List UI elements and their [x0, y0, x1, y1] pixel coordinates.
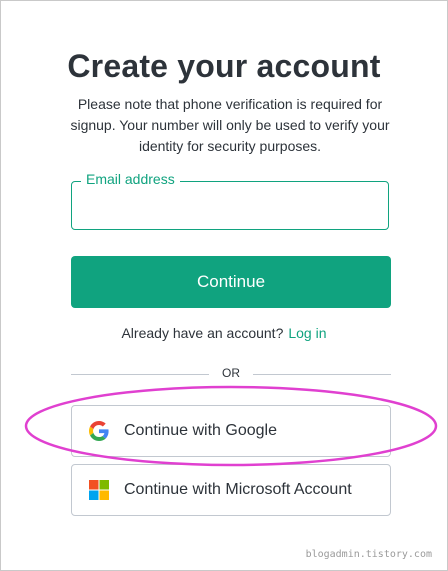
page-title: Create your account	[67, 48, 381, 84]
microsoft-login-button[interactable]: Continue with Microsoft Account	[71, 464, 391, 516]
verification-note: Please note that phone verification is r…	[70, 96, 390, 154]
divider-text: OR	[222, 366, 240, 380]
or-divider: OR	[71, 366, 391, 380]
continue-button[interactable]: Continue	[71, 256, 391, 308]
watermark: blogadmin.tistory.com	[305, 549, 432, 560]
login-link[interactable]: Log in	[288, 325, 326, 341]
google-login-button[interactable]: Continue with Google	[71, 405, 391, 457]
microsoft-icon	[89, 480, 109, 500]
google-login-label: Continue with Google	[124, 422, 277, 439]
microsoft-login-label: Continue with Microsoft Account	[124, 481, 352, 498]
login-prompt-text: Already have an account?	[121, 325, 284, 341]
email-field[interactable]: Email address	[71, 171, 389, 230]
divider-line-right	[253, 374, 391, 375]
google-icon	[89, 421, 109, 441]
email-label: Email address	[81, 171, 180, 187]
login-prompt-row: Already have an account? Log in	[0, 325, 448, 341]
email-input[interactable]	[84, 196, 378, 218]
